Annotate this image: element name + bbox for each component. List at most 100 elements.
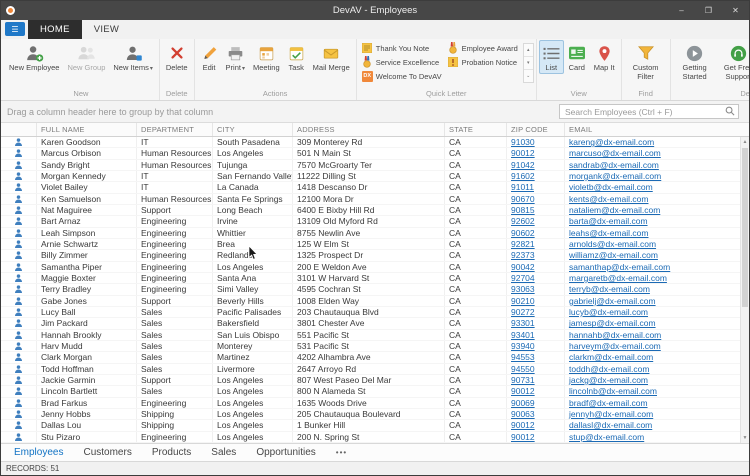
table-row[interactable]: Leah SimpsonEngineeringWhittier8755 Newl… <box>1 228 740 239</box>
email-link[interactable]: hannahb@dx-email.com <box>569 330 661 340</box>
quick-letter-thank-you-note[interactable]: Thank You Note <box>359 41 445 55</box>
email-link[interactable]: arnolds@dx-email.com <box>569 239 656 249</box>
table-row[interactable]: Todd HoffmanSalesLivermore2647 Arroyo Rd… <box>1 364 740 375</box>
table-row[interactable]: Dallas LouShippingLos Angeles1 Bunker Hi… <box>1 420 740 431</box>
email-link[interactable]: marcuso@dx-email.com <box>569 148 661 158</box>
email-link[interactable]: kents@dx-email.com <box>569 194 648 204</box>
table-row[interactable]: Nat MaguireeSupportLong Beach6400 E Bixb… <box>1 205 740 216</box>
custom-filter-button[interactable]: Custom Filter <box>624 40 668 82</box>
table-row[interactable]: Marcus OrbisonHuman ResourcesLos Angeles… <box>1 148 740 159</box>
scrollbar-thumb[interactable] <box>742 148 748 307</box>
column-header-address[interactable]: ADDRESS <box>293 123 445 136</box>
email-link[interactable]: sandrab@dx-email.com <box>569 160 659 170</box>
table-row[interactable]: Karen GoodsonITSouth Pasadena309 Montere… <box>1 137 740 148</box>
zip-link[interactable]: 90012 <box>511 420 535 430</box>
meeting-button[interactable]: Meeting <box>249 40 284 74</box>
task-button[interactable]: Task <box>284 40 309 74</box>
application-button[interactable]: ☰ <box>5 22 25 36</box>
table-row[interactable]: Harv MuddSalesMonterey531 Pacific StCA93… <box>1 341 740 352</box>
email-link[interactable]: bradf@dx-email.com <box>569 398 648 408</box>
zip-link[interactable]: 90069 <box>511 398 535 408</box>
view-list-button[interactable]: List <box>539 40 564 74</box>
edit-button[interactable]: Edit <box>197 40 222 74</box>
table-row[interactable]: Jim PackardSalesBakersfield3801 Chester … <box>1 318 740 329</box>
zip-link[interactable]: 94550 <box>511 364 535 374</box>
footer-tabs-overflow[interactable]: ••• <box>327 444 356 461</box>
footer-tab-sales[interactable]: Sales <box>202 444 245 461</box>
email-link[interactable]: leahs@dx-email.com <box>569 228 649 238</box>
get-free-support-button[interactable]: Get Free Support <box>717 40 749 82</box>
zip-link[interactable]: 94553 <box>511 352 535 362</box>
email-link[interactable]: violetb@dx-email.com <box>569 182 653 192</box>
close-button[interactable]: ✕ <box>722 1 749 20</box>
zip-link[interactable]: 93301 <box>511 318 535 328</box>
email-link[interactable]: jennyh@dx-email.com <box>569 409 653 419</box>
zip-link[interactable]: 91011 <box>511 182 534 192</box>
quick-letter-service-excellence[interactable]: Service Excellence <box>359 55 445 69</box>
view-map-button[interactable]: Map It <box>590 40 619 74</box>
zip-link[interactable]: 90063 <box>511 409 535 419</box>
zip-link[interactable]: 90272 <box>511 307 535 317</box>
zip-link[interactable]: 90815 <box>511 205 535 215</box>
table-row[interactable]: Billy ZimmerEngineeringRedlands1325 Pros… <box>1 250 740 261</box>
email-link[interactable]: jackg@dx-email.com <box>569 375 648 385</box>
table-row[interactable]: Samantha PiperEngineeringLos Angeles200 … <box>1 262 740 273</box>
table-row[interactable]: Morgan KennedyITSan Fernando Valley11222… <box>1 171 740 182</box>
search-icon[interactable] <box>725 103 735 121</box>
gallery-scroll-up-button[interactable]: ▴ <box>524 44 533 57</box>
zip-link[interactable]: 92704 <box>511 273 535 283</box>
email-link[interactable]: dallasl@dx-email.com <box>569 420 652 430</box>
footer-tab-products[interactable]: Products <box>143 444 200 461</box>
gallery-scroll-down-button[interactable]: ▾ <box>524 57 533 70</box>
table-row[interactable]: Maggie BoxterEngineeringSanta Ana3101 W … <box>1 273 740 284</box>
email-link[interactable]: nataliem@dx-email.com <box>569 205 660 215</box>
zip-link[interactable]: 92821 <box>511 239 535 249</box>
delete-button[interactable]: Delete <box>162 40 192 74</box>
zip-link[interactable]: 92373 <box>511 250 535 260</box>
email-link[interactable]: clarkm@dx-email.com <box>569 352 653 362</box>
email-link[interactable]: jamesp@dx-email.com <box>569 318 656 328</box>
zip-link[interactable]: 90012 <box>511 432 535 442</box>
gallery-dropdown-button[interactable]: ⌄ <box>524 70 533 82</box>
table-row[interactable]: Brad FarkusEngineeringLos Angeles1635 Wo… <box>1 398 740 409</box>
column-header-city[interactable]: CITY <box>213 123 293 136</box>
zip-link[interactable]: 90731 <box>511 375 535 385</box>
email-link[interactable]: barta@dx-email.com <box>569 216 648 226</box>
tab-home[interactable]: HOME <box>28 20 82 39</box>
column-header-department[interactable]: DEPARTMENT <box>137 123 213 136</box>
email-link[interactable]: morgank@dx-email.com <box>569 171 661 181</box>
zip-link[interactable]: 90012 <box>511 386 535 396</box>
zip-link[interactable]: 92602 <box>511 216 535 226</box>
zip-link[interactable]: 90012 <box>511 148 535 158</box>
scroll-down-icon[interactable]: ▼ <box>741 433 749 443</box>
email-link[interactable]: williamz@dx-email.com <box>569 250 658 260</box>
email-link[interactable]: stup@dx-email.com <box>569 432 644 442</box>
zip-link[interactable]: 90042 <box>511 262 535 272</box>
email-link[interactable]: margaretb@dx-email.com <box>569 273 667 283</box>
zip-link[interactable]: 93940 <box>511 341 535 351</box>
column-header-state[interactable]: STATE <box>445 123 507 136</box>
zip-link[interactable]: 91042 <box>511 160 535 170</box>
footer-tab-opportunities[interactable]: Opportunities <box>247 444 324 461</box>
table-row[interactable]: Stu PizaroEngineeringLos Angeles200 N. S… <box>1 432 740 443</box>
quick-letter-employee-award[interactable]: Employee Award <box>445 41 521 55</box>
table-row[interactable]: Ken SamuelsonHuman ResourcesSanta Fe Spr… <box>1 194 740 205</box>
zip-link[interactable]: 91602 <box>511 171 535 181</box>
maximize-button[interactable]: ❐ <box>695 1 722 20</box>
table-row[interactable]: Hannah BrooklySalesSan Luis Obispo551 Pa… <box>1 330 740 341</box>
zip-link[interactable]: 90602 <box>511 228 535 238</box>
email-link[interactable]: lincolnb@dx-email.com <box>569 386 657 396</box>
zip-link[interactable]: 91030 <box>511 137 535 147</box>
table-row[interactable]: Violet BaileyITLa Canada1418 Descanso Dr… <box>1 182 740 193</box>
column-header-zip-code[interactable]: ZIP CODE <box>507 123 565 136</box>
footer-tab-customers[interactable]: Customers <box>74 444 140 461</box>
table-row[interactable]: Bart ArnazEngineeringIrvine13109 Old Myf… <box>1 216 740 227</box>
table-row[interactable]: Jenny HobbsShippingLos Angeles205 Chauta… <box>1 409 740 420</box>
zip-link[interactable]: 90210 <box>511 296 535 306</box>
email-link[interactable]: toddh@dx-email.com <box>569 364 649 374</box>
tab-view[interactable]: VIEW <box>82 20 131 39</box>
table-row[interactable]: Clark MorganSalesMartinez4202 Alhambra A… <box>1 352 740 363</box>
search-input[interactable] <box>563 107 725 117</box>
quick-letter-probation-notice[interactable]: Probation Notice <box>445 55 521 69</box>
table-row[interactable]: Lincoln BartlettSalesLos Angeles800 N Al… <box>1 386 740 397</box>
